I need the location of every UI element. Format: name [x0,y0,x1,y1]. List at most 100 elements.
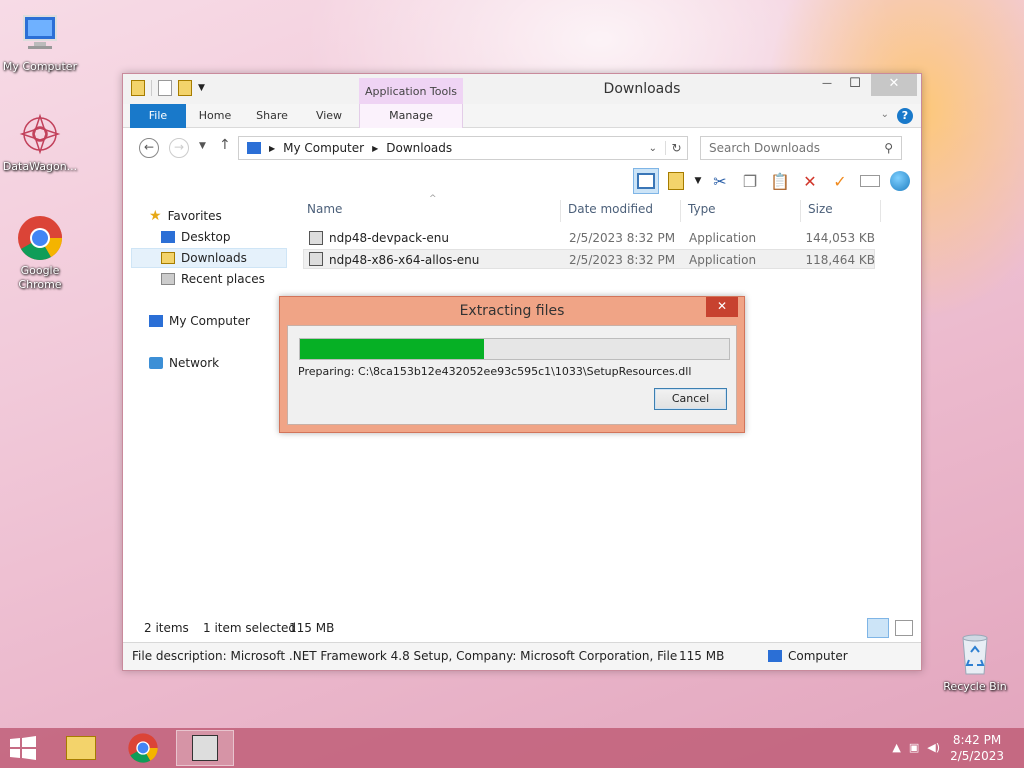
title-bar[interactable]: ▼ Application Tools Downloads — ☐ ✕ [123,74,921,104]
tab-view[interactable]: View [307,104,351,128]
preparing-text: Preparing: C:\8ca153b12e432052ee93c595c1… [298,365,692,378]
preview-pane-icon[interactable] [633,168,659,194]
cut-icon[interactable]: ✂ [707,168,733,194]
datawagon-icon [16,110,64,158]
ribbon-tabs: File Home Share View Manage ⌄ ? [123,104,921,128]
dialog-title: Extracting files [459,303,565,319]
taskbar-chrome[interactable] [114,730,172,766]
nav-my-computer[interactable]: My Computer [149,311,250,331]
clock-time: 8:42 PM [952,733,1002,747]
cancel-button[interactable]: Cancel [654,388,727,410]
desktop-icon-google-chrome[interactable]: Google Chrome [0,214,80,292]
taskbar: ▲ ▣ ◀) 8:42 PM 2/5/2023 [0,728,1024,768]
installer-icon [309,252,323,266]
forward-button[interactable]: → [169,138,189,158]
large-icons-view-icon[interactable] [895,620,913,636]
chrome-icon [16,214,64,262]
nav-recent-places[interactable]: Recent places [161,269,265,289]
desktop-icon-recycle-bin[interactable]: Recycle Bin [935,630,1015,694]
recent-locations-icon[interactable]: ▼ [199,141,206,151]
file-type: Application [689,231,757,245]
address-dropdown-icon[interactable]: ⌄ [649,143,657,154]
desktop-icon-datawagon[interactable]: DataWagon... [0,110,80,174]
file-name: ndp48-x86-x64-allos-enu [329,253,480,267]
properties-folder-icon[interactable] [663,168,689,194]
nav-computer-label: My Computer [169,314,250,328]
recycle-bin-icon [951,630,999,678]
item-count: 2 items [144,621,189,635]
file-size: 144,053 KB [805,231,875,245]
close-button[interactable]: ✕ [871,74,917,96]
dialog-body: Preparing: C:\8ca153b12e432052ee93c595c1… [287,325,737,425]
file-row[interactable]: ndp48-devpack-enu 2/5/2023 8:32 PM Appli… [303,228,875,248]
show-hidden-icons-icon[interactable]: ▲ [892,741,900,754]
file-date: 2/5/2023 8:32 PM [569,231,676,245]
breadcrumb-downloads[interactable]: Downloads [386,141,452,155]
column-header-date[interactable]: Date modified [568,202,653,216]
search-box[interactable]: ⚲ [700,136,902,160]
nav-favorites[interactable]: ★ Favorites [149,206,222,226]
back-button[interactable]: ← [139,138,159,158]
delete-icon[interactable]: ✕ [797,168,823,194]
extracting-dialog: Extracting files ✕ Preparing: C:\8ca153b… [279,296,745,433]
column-headers: ^ Name Date modified Type Size [299,194,921,222]
nav-downloads[interactable]: Downloads [131,248,287,268]
nav-network[interactable]: Network [149,353,219,373]
rename-check-icon[interactable]: ✓ [827,168,853,194]
address-bar[interactable]: ▶ My Computer ▶ Downloads ⌄ ↻ [238,136,688,160]
location-label: Computer [788,649,848,663]
nav-desktop-label: Desktop [181,230,231,244]
clock-date: 2/5/2023 [950,749,1004,763]
computer-icon [768,650,782,662]
desktop-icon-label: My Computer [2,60,78,73]
column-header-type[interactable]: Type [688,202,716,216]
network-icon[interactable]: ▣ [909,741,919,754]
progress-bar [299,338,730,360]
chevron-down-icon[interactable]: ⌄ [881,109,889,120]
details-bar: File description: Microsoft .NET Framewo… [123,642,921,670]
taskbar-setup[interactable] [176,730,234,766]
help-button[interactable]: ? [897,108,913,124]
file-size-detail: 115 MB [679,649,725,663]
up-arrow-icon[interactable]: ↑ [219,137,231,153]
paste-icon[interactable]: 📋 [767,168,793,194]
search-input[interactable] [709,141,879,155]
copy-icon[interactable]: ❐ [737,168,763,194]
globe-icon[interactable] [887,168,913,194]
star-icon: ★ [149,208,162,224]
desktop-icon-label: Recycle Bin [943,680,1007,693]
column-header-size[interactable]: Size [808,202,833,216]
search-icon[interactable]: ⚲ [884,137,893,159]
downloads-folder-icon [161,252,175,264]
nav-favorites-label: Favorites [167,209,222,223]
breadcrumb-separator-icon[interactable]: ▶ [372,144,378,153]
setup-installer-icon [192,735,218,761]
computer-icon [149,315,163,327]
file-name: ndp48-devpack-enu [329,231,449,245]
file-row-selected[interactable]: ndp48-x86-x64-allos-enu 2/5/2023 8:32 PM… [303,249,875,269]
rename-field-icon[interactable] [857,168,883,194]
chevron-down-icon[interactable]: ▼ [693,168,703,194]
tab-file[interactable]: File [130,104,186,128]
start-button[interactable] [8,736,38,760]
tab-manage[interactable]: Manage [359,104,463,128]
breadcrumb-separator-icon[interactable]: ▶ [269,144,275,153]
desktop-icon-label: DataWagon... [2,160,78,173]
dialog-close-button[interactable]: ✕ [706,297,738,317]
clock[interactable]: 8:42 PM 2/5/2023 [950,732,1004,764]
column-header-name[interactable]: Name [307,202,342,216]
nav-desktop[interactable]: Desktop [161,227,231,247]
tab-home[interactable]: Home [193,104,237,128]
taskbar-file-explorer[interactable] [52,730,110,766]
desktop-icon-my-computer[interactable]: My Computer [0,10,80,74]
maximize-button[interactable]: ☐ [839,74,871,96]
nav-recent-label: Recent places [181,272,265,286]
details-view-icon[interactable] [867,618,889,638]
volume-icon[interactable]: ◀) [927,741,940,754]
tab-share[interactable]: Share [249,104,295,128]
file-description: File description: Microsoft .NET Framewo… [132,649,677,663]
refresh-icon[interactable]: ↻ [665,141,687,155]
file-explorer-icon [66,736,96,760]
breadcrumb-my-computer[interactable]: My Computer [283,141,364,155]
navigation-bar: ← → ▼ ↑ ▶ My Computer ▶ Downloads ⌄ ↻ ⚲ [123,132,921,164]
